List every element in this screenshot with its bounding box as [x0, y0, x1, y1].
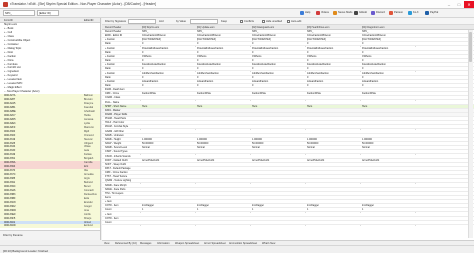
checkbox-auto-edit[interactable] — [287, 20, 290, 23]
scrollbar-thumb[interactable] — [469, 32, 472, 62]
toolbar-button-icon — [371, 11, 375, 15]
toolbar-button-label: Nexus Mods — [338, 11, 353, 14]
checkbox-conflicts[interactable] — [240, 20, 243, 23]
filter-value-label: by Value — [176, 20, 186, 23]
toolbar-button-label: GitHub — [359, 11, 368, 14]
checkbox-label: Auto-edit — [291, 20, 302, 23]
grid-column-header[interactable]: Record Header — [105, 26, 140, 29]
tree-filter-bar: Filter by filename — [0, 230, 100, 240]
tree-row-id: 0001340D — [4, 224, 16, 228]
record-view-pane: Filter by Signature And by Value Keep Co… — [102, 18, 474, 240]
toolbar-button-help[interactable]: Help — [300, 10, 310, 16]
grid-column-header[interactable]: [04] Dragonborn.esm — [362, 26, 414, 29]
minimize-button[interactable]: – — [444, 1, 454, 8]
tree-row-editorid: Eorlund — [84, 224, 93, 228]
toolbar-button-label: Ko-fi — [413, 11, 419, 14]
title-bar: xTranslator / xEdit - [Ste] Skyrim Speci… — [0, 0, 474, 9]
toolbar-button-label: Help — [305, 11, 311, 14]
toolbar-button-icon — [333, 11, 337, 15]
record-grid: Record Header NPC_ NPC_ NPC_ NPC_ NPC_ EDID - … — [102, 30, 474, 226]
toolbar-button-icon — [408, 11, 412, 15]
toolbar-button-github[interactable]: GitHub — [354, 10, 367, 16]
grid-row[interactable]: Count — [102, 220, 474, 225]
formid-column-header[interactable]: FormID — [4, 19, 13, 22]
toolbar-button-label: PayPal — [430, 11, 439, 14]
toolbar-button-icon — [425, 11, 429, 15]
toolbar: NPC_ [Editor ID] Help Videos Nexus Mods Git… — [0, 9, 474, 18]
maximize-button[interactable]: □ — [454, 1, 464, 8]
editor-id-filter-input[interactable]: [Editor ID] — [37, 10, 59, 16]
search-input[interactable]: NPC_ — [3, 10, 35, 16]
toolbar-button-ko-fi[interactable]: Ko-fi — [408, 10, 418, 16]
and-label: And — [159, 20, 164, 23]
toolbar-button-nexus-mods[interactable]: Nexus Mods — [333, 10, 352, 16]
grid-row-label: Count — [105, 220, 112, 224]
toolbar-button-paypal[interactable]: PayPal — [425, 10, 438, 16]
toolbar-button-patreon[interactable]: Patreon — [389, 10, 403, 16]
status-text: [00:10] Background Loader: finished — [3, 248, 48, 253]
grid-column-header[interactable]: [02] Dawnguard.esm — [252, 26, 304, 29]
toolbar-button-discord[interactable]: Discord — [371, 10, 385, 16]
checkbox-label: Hide unedited — [266, 20, 283, 23]
grid-column-header[interactable]: [00] Skyrim.esm — [142, 26, 194, 29]
toolbar-button-label: Patreon — [394, 11, 404, 14]
app-icon — [3, 2, 8, 7]
filter-signature-label: Filter by Signature — [105, 20, 127, 23]
toolbar-button-icon — [316, 11, 320, 15]
tree-row[interactable]: 0001340D Eorlund — [0, 224, 100, 229]
filter-by-filename-label[interactable]: Filter by filename — [3, 234, 23, 237]
toolbar-button-icon — [389, 11, 393, 15]
filter-value-input[interactable] — [190, 19, 218, 24]
toolbar-button-label: Discord — [376, 11, 385, 14]
status-bar: [00:10] Background Loader: finished — [0, 245, 474, 253]
checkbox-label: Conflicts — [244, 20, 254, 23]
toolbar-button-icon — [354, 11, 358, 15]
toolbar-button-icon — [300, 11, 304, 15]
window-title: xTranslator / xEdit - [Ste] Skyrim Speci… — [10, 2, 156, 6]
toolbar-button-videos[interactable]: Videos — [316, 10, 329, 16]
navigation-tree-pane: FormID EditorID Skyrim.esm + - Book + - Ce… — [0, 18, 101, 240]
keep-label: Keep — [221, 20, 228, 23]
close-button[interactable]: ✕ — [464, 1, 474, 8]
view-filter-row: Filter by Signature And by Value Keep Co… — [102, 18, 474, 25]
grid-column-header[interactable]: [03] HearthFires.esm — [307, 26, 359, 29]
checkbox-hide-unedited[interactable] — [262, 20, 265, 23]
grid-column-header[interactable]: [01] Update.esm — [197, 26, 249, 29]
toolbar-button-label: Videos — [321, 11, 329, 14]
editorid-column-header[interactable]: EditorID — [84, 19, 93, 22]
filter-signature-input[interactable] — [128, 19, 156, 24]
